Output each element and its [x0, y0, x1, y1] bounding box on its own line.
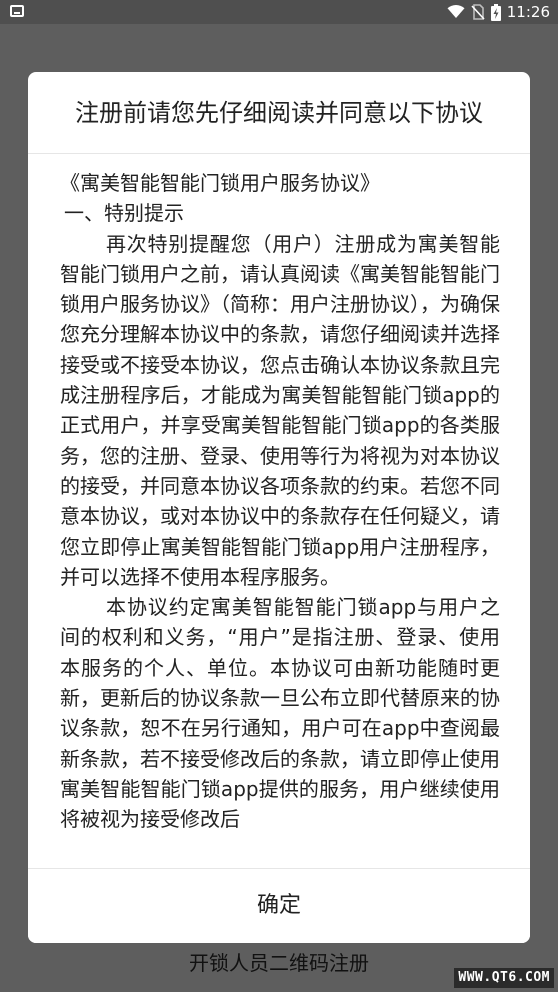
no-sim-icon [471, 4, 485, 20]
section-heading: 一、特别提示 [64, 201, 184, 226]
dialog-title: 注册前请您先仔细阅读并同意以下协议 [28, 72, 530, 154]
wifi-icon [447, 5, 465, 18]
agreement-text-scroll[interactable]: 《寓美智能智能门锁用户服务协议》 一、特别提示 再次特别提醒您（用户）注册成为寓… [60, 168, 500, 848]
status-bar: 11:26 [0, 0, 558, 24]
agreement-dialog: 注册前请您先仔细阅读并同意以下协议 《寓美智能智能门锁用户服务协议》 一、特别提… [28, 72, 530, 943]
confirm-button[interactable]: 确定 [28, 869, 530, 943]
agreement-doc-title: 《寓美智能智能门锁用户服务协议》 [60, 171, 380, 195]
screen-icon [10, 5, 24, 17]
battery-charging-icon [490, 3, 501, 21]
agreement-paragraph-1: 再次特别提醒您（用户）注册成为寓美智能智能门锁用户之前，请认真阅读《寓美智能智能… [60, 231, 500, 589]
status-time: 11:26 [506, 3, 550, 21]
site-watermark: WWW.QT6.COM [454, 968, 554, 988]
agreement-paragraph-2: 本协议约定寓美智能智能门锁app与用户之间的权利和义务，“用户”是指注册、登录、… [60, 595, 500, 832]
status-icons: 11:26 [441, 0, 550, 24]
